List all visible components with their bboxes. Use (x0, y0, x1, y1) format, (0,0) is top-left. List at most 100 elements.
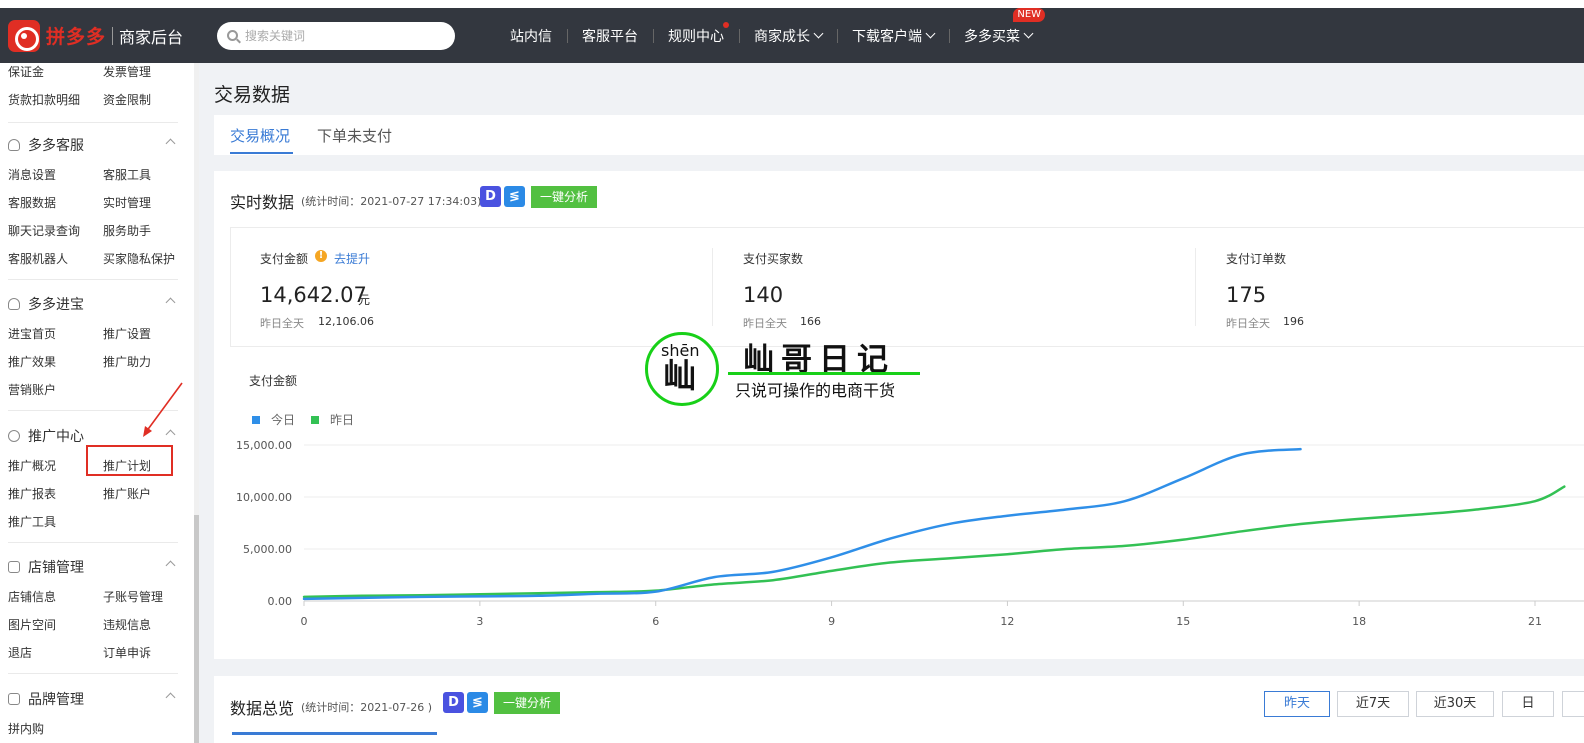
sidebar-item[interactable]: 子账号管理 (103, 588, 163, 605)
x-tick-label: 15 (1176, 615, 1190, 628)
logo-separator (112, 26, 114, 45)
logo-subtitle: 商家后台 (119, 27, 184, 47)
sidebar-item[interactable]: 实时管理 (103, 194, 151, 211)
s-app-icon[interactable]: ≶ (504, 186, 525, 207)
notification-dot (723, 21, 730, 28)
chevron-up-icon[interactable] (165, 692, 176, 703)
y-tick-label: 10,000.00 (236, 491, 292, 504)
sidebar-item[interactable]: 进宝首页 (8, 325, 56, 342)
sidebar-item[interactable]: 发票管理 (103, 63, 151, 80)
nav-rules-center[interactable]: 规则中心 (653, 21, 739, 46)
sidebar-item[interactable]: 店铺信息 (8, 588, 56, 605)
group-title: 多多客服 (28, 138, 84, 154)
sidebar-item[interactable]: 消息设置 (8, 166, 56, 183)
store-icon (8, 561, 20, 573)
divider (8, 542, 178, 543)
sidebar-group-brand-management[interactable]: 品牌管理 (8, 689, 84, 709)
chevron-up-icon[interactable] (165, 138, 176, 149)
chevron-up-icon[interactable] (165, 560, 176, 571)
kpi-panel (230, 227, 1584, 347)
x-tick-label: 21 (1528, 615, 1542, 628)
sidebar-item[interactable]: 推广助力 (103, 353, 151, 370)
new-badge: NEW (1013, 7, 1046, 22)
sidebar-item[interactable]: 保证金 (8, 63, 44, 80)
x-tick-label: 9 (828, 615, 835, 628)
divider (8, 122, 178, 123)
sidebar-item[interactable]: 服务助手 (103, 222, 151, 239)
legend-yesterday[interactable]: 昨日 (311, 411, 354, 428)
x-tick-label: 3 (476, 615, 483, 628)
range-30days-button[interactable]: 近30天 (1416, 691, 1494, 717)
sidebar-item[interactable]: 营销账户 (8, 381, 56, 398)
sidebar-item[interactable]: 推广概况 (8, 457, 56, 474)
sidebar-item[interactable]: 违规信息 (103, 616, 151, 633)
kpi-sub-value: 196 (1283, 315, 1304, 328)
nav-inbox[interactable]: 站内信 (495, 26, 567, 46)
sidebar-item[interactable]: 推广报表 (8, 485, 56, 502)
tab-trade-overview[interactable]: 交易概况 (230, 125, 290, 146)
sidebar-item[interactable]: 聊天记录查询 (8, 222, 80, 239)
kpi-label-payment-amount: 支付金额 (260, 252, 309, 266)
divider (8, 673, 178, 674)
group-title: 推广中心 (28, 429, 84, 445)
nav-service-platform[interactable]: 客服平台 (567, 26, 653, 46)
sidebar-item[interactable]: 货款扣款明细 (8, 91, 80, 108)
analyze-button[interactable]: 一键分析 (494, 692, 561, 714)
d-app-icon[interactable]: D (480, 186, 501, 207)
range-yesterday-button[interactable]: 昨天 (1264, 691, 1330, 717)
kpi-unit: 元 (358, 293, 371, 307)
nav-download-client[interactable]: 下载客户端 (837, 26, 949, 46)
sidebar-item[interactable]: 推广设置 (103, 325, 151, 342)
legend-swatch (311, 415, 319, 424)
top-bar: 拼多多 商家后台 站内信 客服平台 规则中心 商家成长 下载客户端 多多买菜 NE… (0, 7, 1584, 63)
range-more-button[interactable] (1562, 691, 1584, 717)
sidebar-group-store-management[interactable]: 店铺管理 (8, 557, 84, 577)
sidebar-group-promotion-center[interactable]: 推广中心 (8, 426, 84, 446)
chevron-down-icon (813, 28, 824, 39)
logo[interactable]: 拼多多 商家后台 (8, 19, 184, 52)
kpi-sub-value: 12,106.06 (318, 315, 374, 328)
sidebar-item[interactable]: 推广效果 (8, 353, 56, 370)
group-title: 品牌管理 (28, 692, 84, 708)
search-input[interactable] (245, 28, 446, 43)
sidebar-item[interactable]: 客服工具 (103, 166, 151, 183)
sidebar-item[interactable]: 图片空间 (8, 616, 56, 633)
search-box[interactable] (217, 21, 456, 50)
chart-title: 支付金额 (249, 374, 298, 388)
improve-link[interactable]: 去提升 (334, 250, 370, 267)
sidebar-item[interactable]: 拼内购 (8, 720, 44, 737)
x-tick-label: 18 (1352, 615, 1366, 628)
sidebar-item[interactable]: 推广工具 (8, 513, 56, 530)
sidebar-item[interactable]: 资金限制 (103, 91, 151, 108)
sidebar-item[interactable]: 推广账户 (103, 485, 151, 502)
sidebar-item[interactable]: 退店 (8, 644, 32, 661)
sidebar-item[interactable]: 订单申诉 (103, 644, 151, 661)
sidebar-item[interactable]: 买家隐私保护 (103, 250, 175, 267)
kpi-value-buyers: 140 (743, 283, 784, 307)
sidebar-group-duoduo-jinbao[interactable]: 多多进宝 (8, 294, 84, 314)
overview-active-indicator (232, 732, 437, 735)
d-app-icon[interactable]: D (443, 692, 464, 713)
nav-label: 站内信 (510, 28, 553, 45)
nav-merchant-growth[interactable]: 商家成长 (739, 26, 837, 46)
group-title: 店铺管理 (28, 560, 84, 576)
watermark: shēn 屾 屾哥日记 只说可操作的电商干货 (645, 332, 935, 412)
x-tick-label: 0 (301, 615, 308, 628)
group-title: 多多进宝 (28, 297, 84, 313)
sidebar-item[interactable]: 客服数据 (8, 194, 56, 211)
tab-unpaid-orders[interactable]: 下单未支付 (317, 125, 392, 146)
sidebar-item[interactable]: 客服机器人 (8, 250, 68, 267)
share-icon (8, 430, 20, 442)
nav-duoduo-maicai[interactable]: 多多买菜 NEW (949, 7, 1047, 46)
logo-text: 拼多多 (46, 26, 107, 48)
s-app-icon[interactable]: ≶ (467, 692, 488, 713)
analyze-button[interactable]: 一键分析 (531, 186, 598, 208)
sidebar-group-customer-service[interactable]: 多多客服 (8, 135, 84, 155)
range-day-button[interactable]: 日 (1502, 691, 1554, 717)
legend-today[interactable]: 今日 (252, 411, 295, 428)
range-7days-button[interactable]: 近7天 (1337, 691, 1409, 717)
chevron-up-icon[interactable] (165, 297, 176, 308)
top-nav: 站内信 客服平台 规则中心 商家成长 下载客户端 多多买菜 NEW (495, 7, 1047, 63)
nav-label: 规则中心 (668, 28, 725, 45)
overview-title: 数据总览 (230, 699, 295, 718)
